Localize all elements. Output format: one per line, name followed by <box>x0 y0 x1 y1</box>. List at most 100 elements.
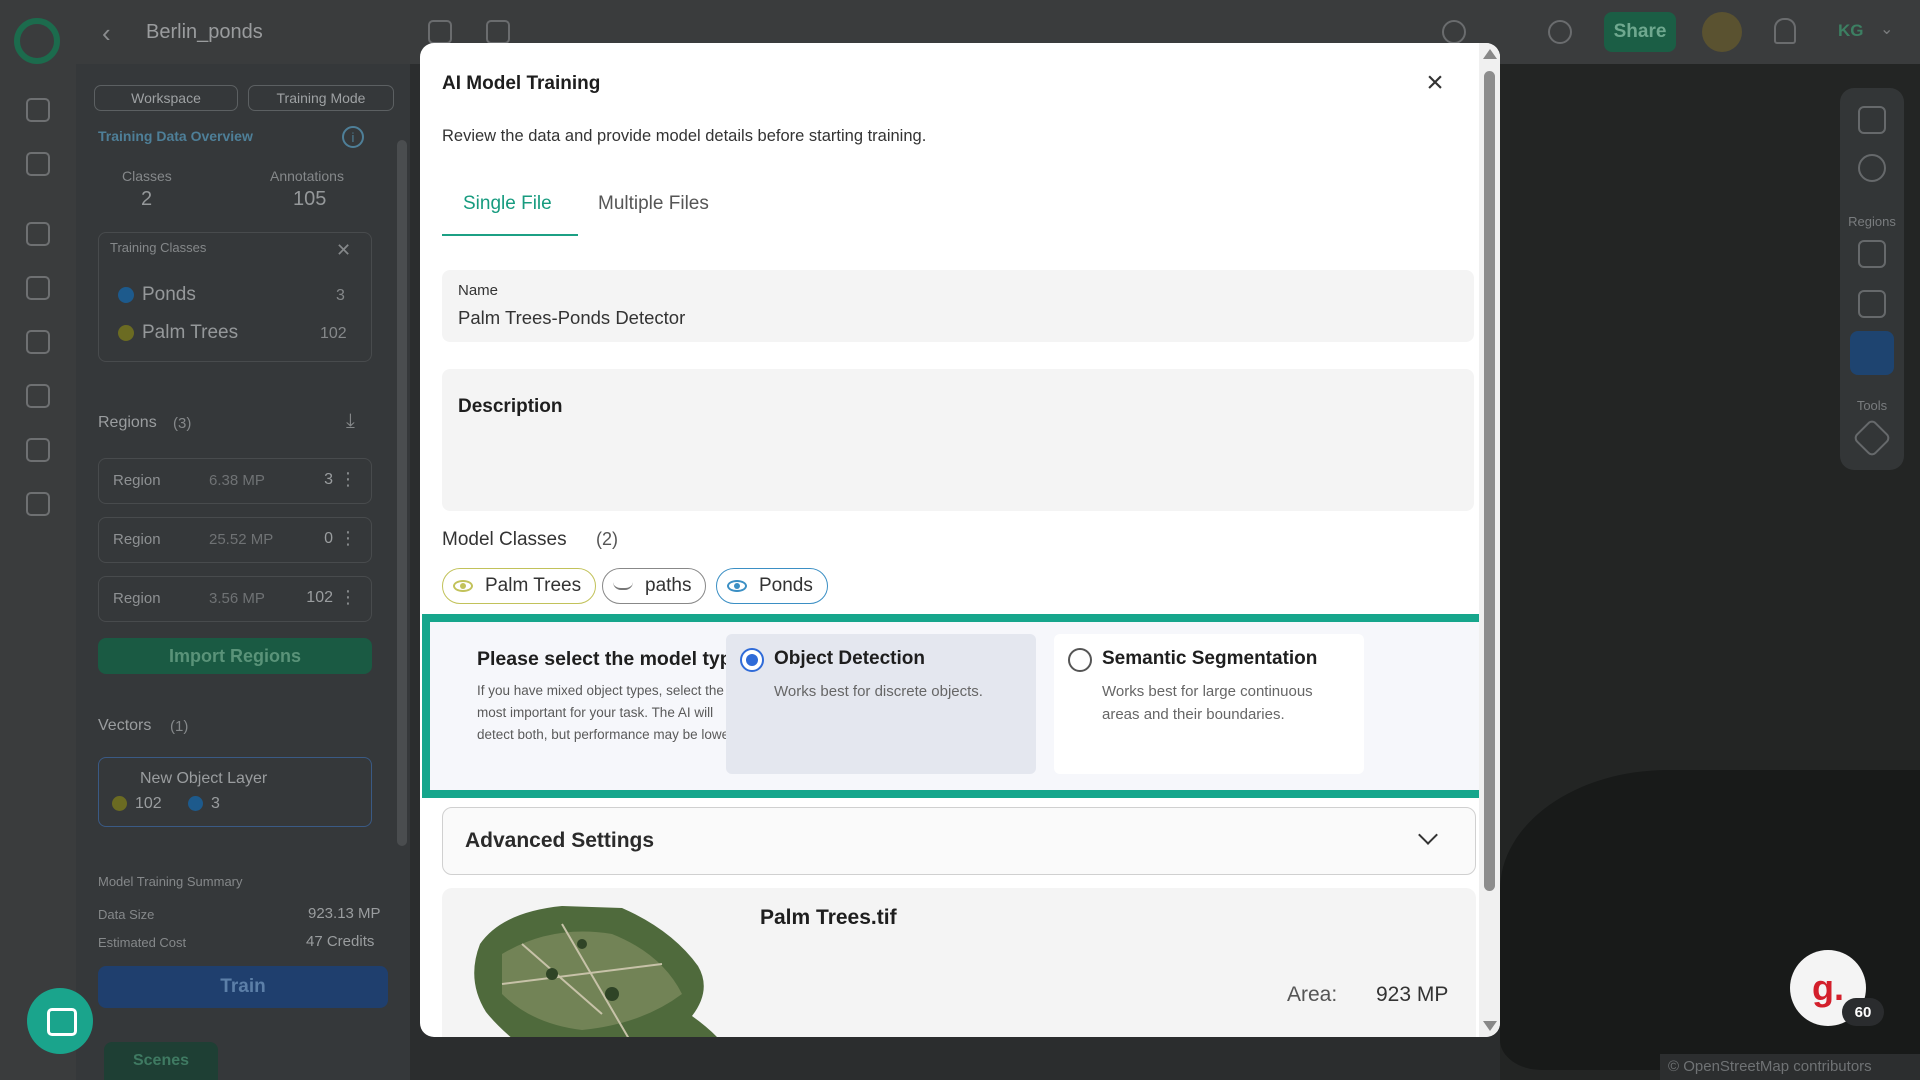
region-row[interactable]: Region 6.38 MP 3 ⋮ <box>98 458 372 504</box>
map-icon[interactable] <box>26 384 50 408</box>
class-color-dot <box>118 324 134 341</box>
ai-model-training-dialog: AI Model Training × Review the data and … <box>420 43 1500 1037</box>
tools-label: Tools <box>1856 398 1888 413</box>
cursor-icon[interactable] <box>1858 106 1886 134</box>
description-label: Description <box>458 396 563 417</box>
class-color-dot <box>118 286 134 303</box>
project-title: Berlin_ponds <box>146 21 263 43</box>
regions-count: (3) <box>173 415 192 432</box>
vector-layer-card[interactable] <box>98 757 372 827</box>
more-vertical-icon[interactable]: ⋮ <box>339 469 357 490</box>
workspace-toggle[interactable]: Workspace <box>94 85 238 111</box>
close-icon[interactable]: × <box>1420 68 1450 99</box>
region-polygon-icon[interactable] <box>1858 290 1886 318</box>
back-arrow-icon[interactable]: ‹ <box>102 18 111 49</box>
active-tab-indicator <box>442 234 578 236</box>
class-color-dot <box>188 796 203 812</box>
class-chip-palm-trees[interactable]: Palm Trees <box>442 568 597 604</box>
more-vertical-icon[interactable]: ⋮ <box>339 528 357 549</box>
eye-icon <box>453 580 473 592</box>
classes-label: Classes <box>122 168 172 184</box>
dialog-title: AI Model Training <box>442 73 601 94</box>
area-label: Area: <box>1287 983 1338 1006</box>
folder-upload-icon[interactable] <box>26 222 50 246</box>
option-object-detection[interactable]: Object Detection Works best for discrete… <box>726 634 1036 774</box>
globe-icon[interactable] <box>26 492 50 516</box>
assistant-badge-count: 60 <box>1842 998 1884 1026</box>
classes-value: 2 <box>141 188 153 210</box>
option-semantic-segmentation[interactable]: Semantic Segmentation Works best for lar… <box>1054 634 1364 774</box>
training-mode-toggle[interactable]: Training Mode <box>248 85 394 111</box>
tab-multiple-files[interactable]: Multiple Files <box>598 193 709 215</box>
database-icon[interactable] <box>26 330 50 354</box>
class-chip-paths[interactable]: paths <box>602 568 707 604</box>
model-classes-label: Model Classes <box>442 529 567 550</box>
folder-icon[interactable] <box>486 20 510 44</box>
name-input[interactable]: Palm Trees-Ponds Detector <box>458 307 685 329</box>
train-button[interactable]: Train <box>98 966 388 1008</box>
chevron-down-icon[interactable]: ⌄ <box>1880 19 1893 39</box>
hand-icon[interactable] <box>1858 154 1886 182</box>
vector-count-palm: 102 <box>112 795 162 813</box>
download-icon[interactable]: ⤓ <box>346 410 355 433</box>
model-type-selector: Please select the model type: If you hav… <box>422 614 1490 798</box>
advanced-settings-accordion[interactable]: Advanced Settings <box>442 807 1476 875</box>
user-avatar[interactable]: KG <box>1838 21 1864 41</box>
radio-semantic-segmentation[interactable] <box>1068 648 1092 672</box>
eye-icon <box>727 580 747 592</box>
class-chip-ponds[interactable]: Ponds <box>716 568 828 604</box>
import-regions-button[interactable]: Import Regions <box>98 638 372 674</box>
regions-title: Regions <box>98 414 157 431</box>
vector-count-ponds: 3 <box>188 795 220 813</box>
sun-icon[interactable] <box>1702 12 1742 52</box>
dialog-subtitle: Review the data and provide model detail… <box>442 127 927 145</box>
dialog-scrollbar-thumb[interactable] <box>1484 71 1495 891</box>
side-panel-scrollbar[interactable] <box>397 140 407 846</box>
close-icon[interactable]: ✕ <box>336 240 351 261</box>
dashboard-icon[interactable] <box>26 98 50 122</box>
chat-icon[interactable] <box>27 988 93 1054</box>
model-type-help: If you have mixed object types, select t… <box>477 683 751 742</box>
region-rect-icon[interactable] <box>1858 240 1886 268</box>
robot-icon[interactable] <box>26 276 50 300</box>
name-field[interactable]: Name Palm Trees-Ponds Detector <box>442 270 1474 342</box>
description-field[interactable]: Description <box>442 369 1474 511</box>
info-icon[interactable]: i <box>342 126 364 148</box>
training-class-count: 102 <box>320 325 347 342</box>
scenes-tab[interactable]: Scenes <box>104 1042 218 1080</box>
bell-icon[interactable] <box>1774 18 1796 44</box>
region-row[interactable]: Region 3.56 MP 102 ⋮ <box>98 576 372 622</box>
advanced-settings-label: Advanced Settings <box>465 829 655 852</box>
more-vertical-icon[interactable]: ⋮ <box>339 587 357 608</box>
share-button[interactable]: Share <box>1604 12 1676 52</box>
option-title: Semantic Segmentation <box>1102 648 1318 669</box>
class-color-dot <box>112 796 127 812</box>
estimated-cost-label: Estimated Cost <box>98 935 187 950</box>
vectors-count: (1) <box>170 718 189 735</box>
tab-single-file[interactable]: Single File <box>463 193 552 215</box>
scroll-down-icon[interactable] <box>1483 1021 1497 1031</box>
vectors-title: Vectors <box>98 717 152 734</box>
globe-grid-icon[interactable] <box>26 438 50 462</box>
estimated-cost-value: 47 Credits <box>306 933 375 950</box>
radio-object-detection[interactable] <box>740 648 764 672</box>
region-auto-icon[interactable] <box>1850 331 1894 375</box>
training-side-panel <box>76 64 410 1080</box>
app-logo[interactable] <box>14 18 60 64</box>
save-icon[interactable] <box>428 20 452 44</box>
annotations-label: Annotations <box>270 168 344 184</box>
history-icon[interactable] <box>1548 20 1572 44</box>
map-attribution[interactable]: © OpenStreetMap contributors <box>1660 1054 1920 1080</box>
model-type-heading: Please select the model type: <box>477 648 750 670</box>
region-row[interactable]: Region 25.52 MP 0 ⋮ <box>98 517 372 563</box>
area-value: 923 MP <box>1376 983 1449 1006</box>
summary-title: Model Training Summary <box>98 874 243 889</box>
cart-icon[interactable] <box>26 152 50 176</box>
option-description: Works best for discrete objects. <box>774 683 983 700</box>
training-classes-title: Training Classes <box>110 240 207 255</box>
vector-layer-name: New Object Layer <box>140 770 268 787</box>
option-title: Object Detection <box>774 648 925 669</box>
undo-icon[interactable] <box>1442 20 1466 44</box>
file-card: Palm Trees.tif Area: 923 MP <box>442 888 1476 1037</box>
scroll-up-icon[interactable] <box>1483 49 1497 59</box>
